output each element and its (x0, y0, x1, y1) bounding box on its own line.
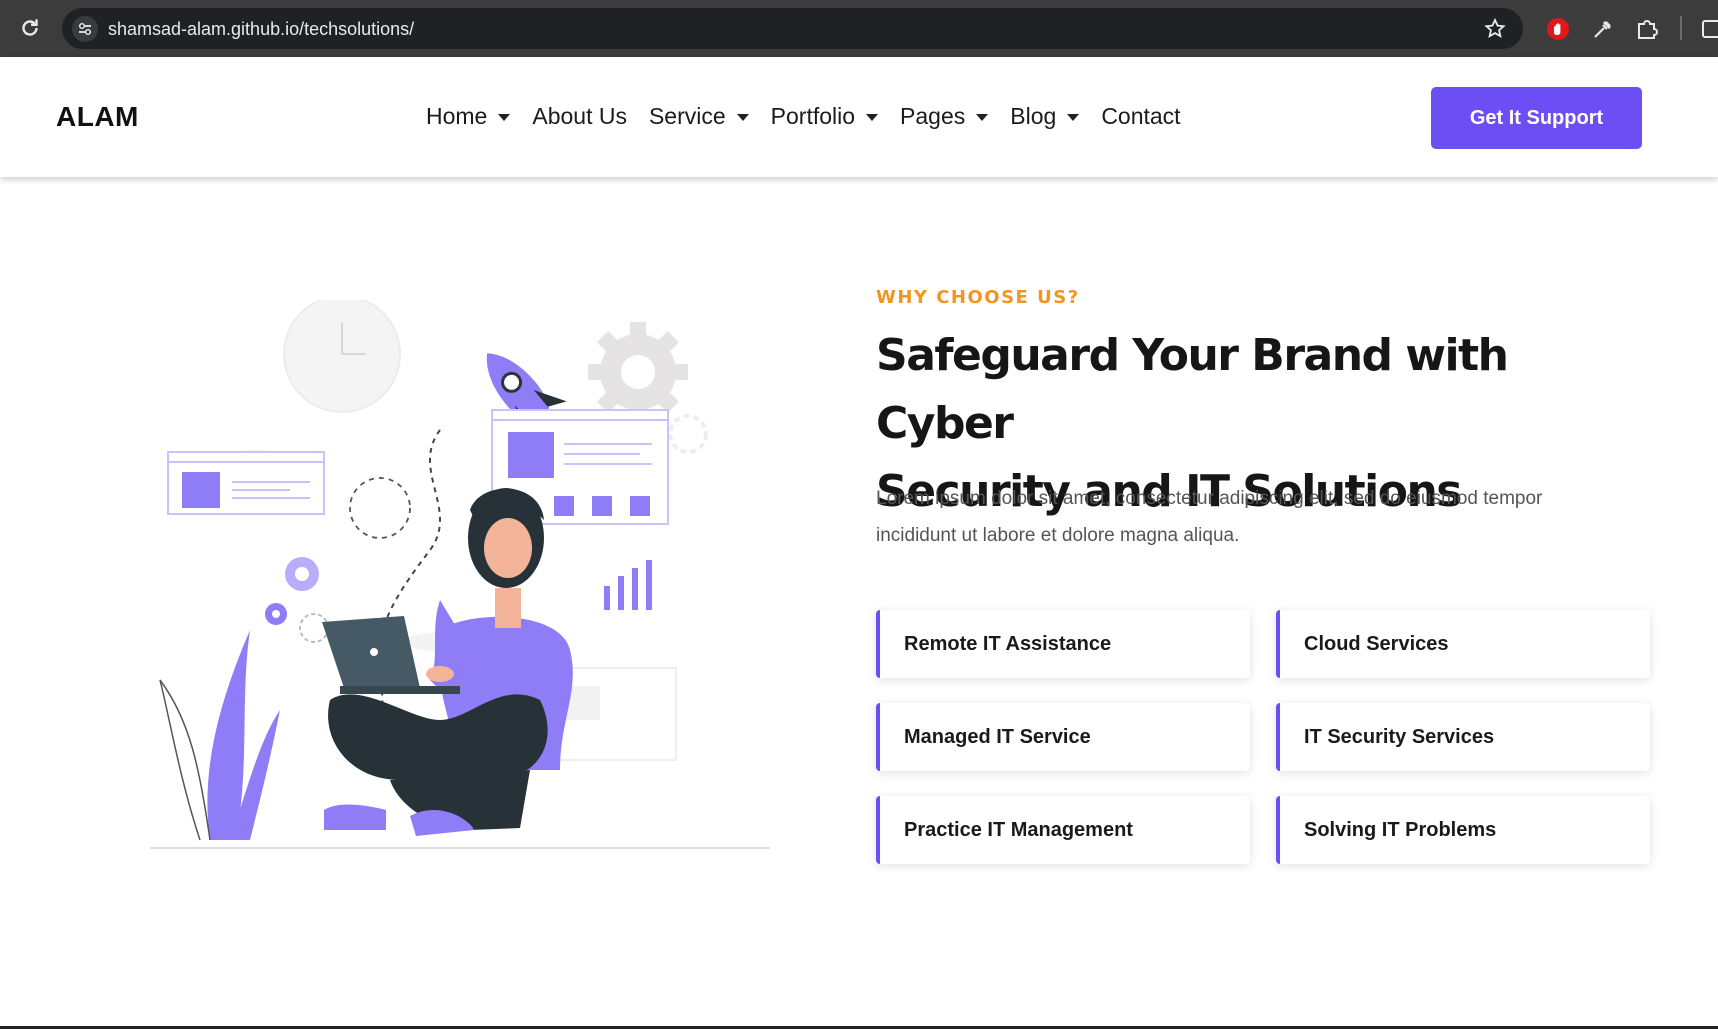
toolbar-divider (1680, 16, 1682, 40)
get-support-button[interactable]: Get It Support (1431, 87, 1642, 149)
it-support-illustration (150, 300, 770, 849)
nav-item-contact[interactable]: Contact (1101, 103, 1180, 130)
nav-item-pages[interactable]: Pages (900, 103, 989, 130)
heading-line-1: Safeguard Your Brand with Cyber (876, 330, 1509, 449)
browser-window-graphic (167, 451, 325, 515)
service-card-practice-it-management[interactable]: Practice IT Management (876, 796, 1250, 864)
bar-chart-graphic (604, 560, 652, 610)
clock-icon (283, 300, 401, 413)
nav-item-label: Pages (900, 103, 966, 129)
nav-item-label: Portfolio (770, 103, 856, 129)
small-gear-icon (285, 557, 319, 591)
caret-down-icon (736, 114, 749, 121)
reload-icon[interactable] (17, 15, 43, 41)
section-eyebrow: WHY CHOOSE US? (876, 287, 1080, 308)
gear-icon (588, 322, 688, 422)
site-navbar: ALAM Home About Us Service Portfolio Pag… (0, 57, 1718, 177)
nav-item-blog[interactable]: Blog (1010, 103, 1080, 130)
side-panel-icon[interactable] (1700, 16, 1718, 42)
caret-down-icon (498, 114, 511, 121)
caret-down-icon (976, 114, 989, 121)
caret-down-icon (1067, 114, 1080, 121)
nav-item-about-us[interactable]: About Us (532, 103, 627, 130)
url-text[interactable]: shamsad-alam.github.io/techsolutions/ (108, 19, 414, 40)
nav-item-label: Contact (1101, 103, 1181, 129)
main-nav: Home About Us Service Portfolio Pages Bl… (426, 103, 1203, 130)
nav-item-label: Home (426, 103, 488, 129)
nav-item-portfolio[interactable]: Portfolio (770, 103, 879, 130)
browser-toolbar: shamsad-alam.github.io/techsolutions/ (0, 0, 1718, 57)
adblock-extension-icon[interactable] (1545, 16, 1571, 42)
nav-item-label: Service (648, 103, 726, 129)
service-card-managed-it-service[interactable]: Managed IT Service (876, 703, 1250, 771)
site-logo[interactable]: ALAM (56, 101, 139, 133)
plant-graphic (159, 630, 280, 841)
caret-down-icon (866, 114, 879, 121)
address-bar[interactable]: shamsad-alam.github.io/techsolutions/ (62, 8, 1523, 49)
person-graphic (322, 488, 573, 836)
section-description: Lorem ipsum dolor sit amet, consectetur … (876, 488, 1543, 546)
small-gear-icon (265, 603, 287, 625)
nav-item-service[interactable]: Service (649, 103, 749, 130)
service-card-it-security-services[interactable]: IT Security Services (1276, 703, 1650, 771)
service-card-cloud-services[interactable]: Cloud Services (1276, 610, 1650, 678)
site-info-icon[interactable] (72, 16, 98, 42)
nav-item-label: About Us (532, 103, 627, 129)
extensions-puzzle-icon[interactable] (1634, 16, 1660, 42)
service-card-solving-it-problems[interactable]: Solving IT Problems (1276, 796, 1650, 864)
service-card-remote-it-assistance[interactable]: Remote IT Assistance (876, 610, 1250, 678)
eyedropper-extension-icon[interactable] (1590, 16, 1616, 42)
nav-item-home[interactable]: Home (426, 103, 511, 130)
bookmark-star-icon[interactable] (1483, 17, 1507, 41)
nav-item-label: Blog (1010, 103, 1057, 129)
